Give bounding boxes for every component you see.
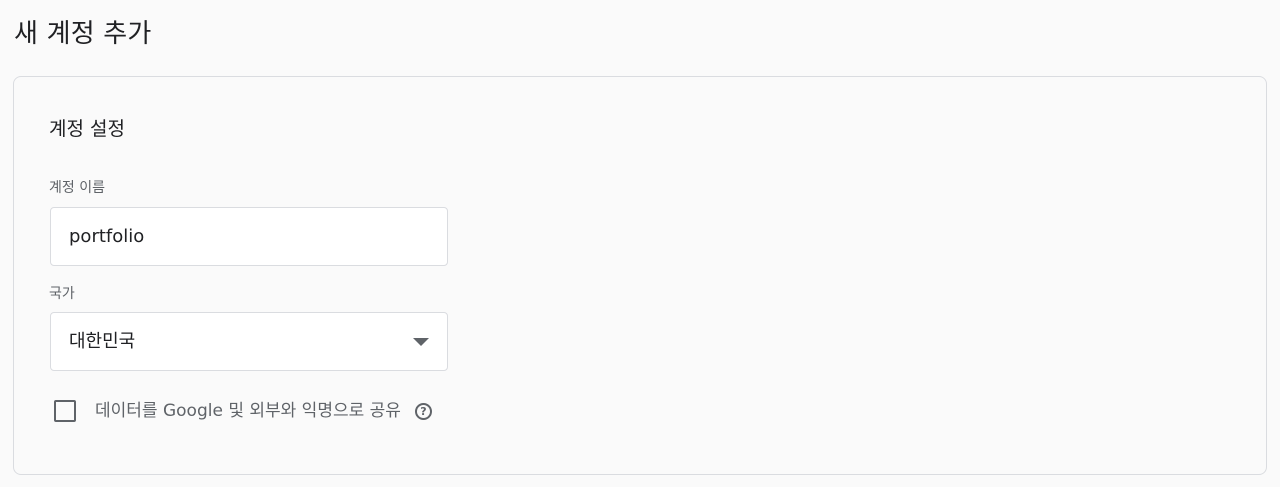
- page-title: 새 계정 추가: [14, 19, 152, 49]
- account-name-input[interactable]: [50, 207, 448, 266]
- dropdown-arrow-icon: [413, 338, 429, 346]
- country-select[interactable]: 대한민국: [50, 312, 448, 371]
- help-icon[interactable]: ?: [414, 402, 432, 420]
- account-name-label: 계정 이름: [49, 180, 105, 196]
- country-label: 국가: [49, 286, 75, 302]
- data-sharing-option: 데이터를 Google 및 외부와 익명으로 공유 ?: [54, 397, 432, 425]
- data-sharing-label[interactable]: 데이터를 Google 및 외부와 익명으로 공유: [95, 400, 401, 422]
- country-select-value: 대한민국: [69, 331, 136, 352]
- data-sharing-checkbox[interactable]: [54, 400, 76, 422]
- section-title: 계정 설정: [49, 118, 125, 140]
- account-settings-card: 계정 설정 계정 이름 국가 대한민국 데이터를 Google 및 외부와 익명…: [13, 76, 1267, 475]
